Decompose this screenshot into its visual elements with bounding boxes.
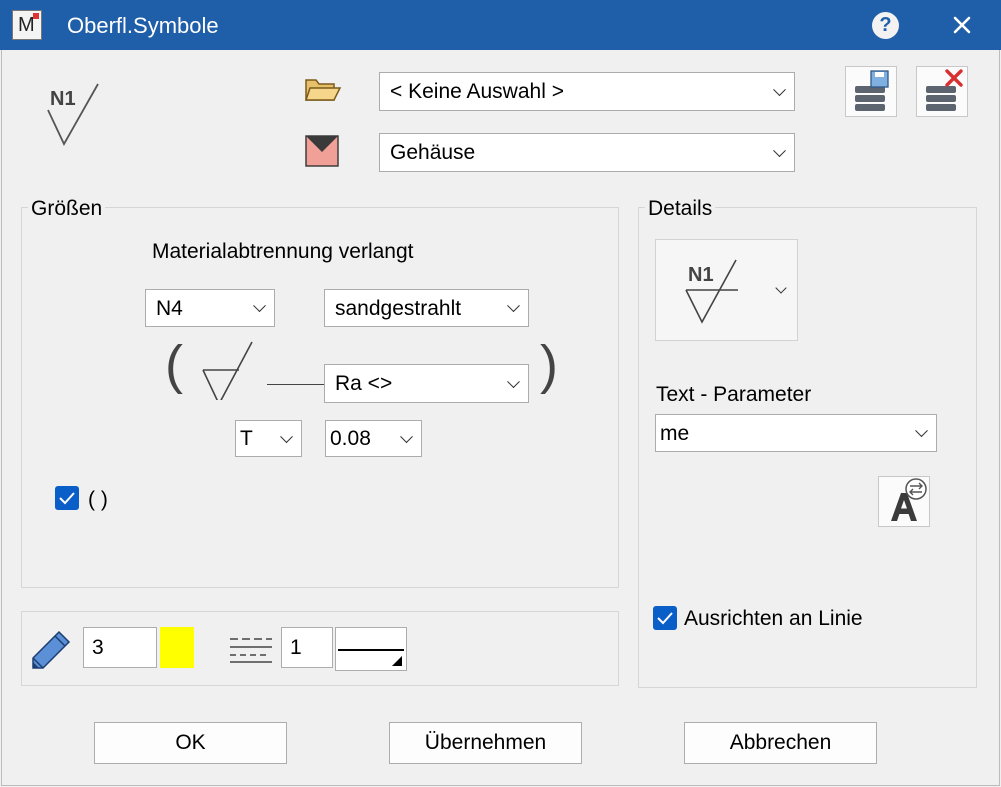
linetype-number-field[interactable]: 1 — [281, 627, 333, 668]
process-combo[interactable]: sandgestrahlt — [324, 289, 529, 327]
details-symbol-picker[interactable]: N1 — [655, 239, 798, 341]
database-save-icon — [855, 70, 889, 111]
groessen-heading: Materialabtrennung verlangt — [152, 240, 414, 263]
text-parameter-combo-value: me — [660, 421, 690, 445]
cancel-button-label: Abbrechen — [729, 731, 832, 754]
groessen-group-label: Größen — [28, 197, 106, 221]
template-combo-value: < Keine Auswahl > — [390, 80, 564, 103]
folder-icon[interactable] — [304, 76, 342, 104]
linetype-sample-line — [338, 649, 404, 651]
value-combo[interactable]: 0.08 — [325, 420, 422, 457]
details-symbol-label: N1 — [688, 264, 714, 286]
chevron-down-icon — [280, 429, 293, 443]
chevron-down-icon — [507, 374, 520, 388]
text-parameter-label: Text - Parameter — [656, 383, 812, 406]
class-combo-value: N4 — [156, 296, 183, 320]
database-delete-icon — [926, 69, 963, 111]
text-parameter-combo[interactable]: me — [655, 414, 937, 452]
ok-button-label: OK — [175, 731, 206, 754]
category-combo[interactable]: Gehäuse — [379, 133, 795, 172]
apply-button[interactable]: Übernehmen — [389, 722, 582, 764]
apply-button-label: Übernehmen — [424, 731, 547, 754]
groessen-group — [21, 207, 619, 588]
right-parenthesis: ) — [540, 335, 558, 395]
symbol-preview-label: N1 — [50, 88, 76, 110]
close-icon[interactable] — [948, 9, 976, 39]
chevron-down-icon — [507, 299, 520, 313]
help-icon[interactable]: ? — [872, 12, 899, 39]
symbol-preview: N1 — [42, 82, 112, 152]
material-icon[interactable] — [305, 135, 339, 167]
linetype-number-value: 1 — [290, 635, 302, 659]
align-to-line-label: Ausrichten an Linie — [684, 607, 863, 630]
process-combo-value: sandgestrahlt — [335, 296, 462, 320]
pen-number-value: 3 — [92, 635, 104, 659]
class-combo[interactable]: N4 — [145, 289, 275, 327]
chevron-down-icon — [253, 299, 266, 313]
delete-database-button[interactable] — [916, 66, 968, 117]
param-combo[interactable]: Ra <> — [324, 364, 529, 403]
text-settings-button[interactable] — [878, 476, 930, 527]
direction-combo[interactable]: T — [235, 420, 302, 457]
surface-symbol-icon — [200, 340, 260, 406]
chevron-down-icon — [773, 143, 786, 157]
parentheses-checkbox[interactable] — [55, 486, 79, 510]
parentheses-checkbox-label: ( ) — [88, 488, 108, 511]
leader-line — [267, 384, 324, 385]
app-icon[interactable]: M — [12, 10, 42, 40]
chevron-down-icon — [773, 82, 786, 96]
pen-number-field[interactable]: 3 — [83, 627, 157, 668]
template-combo[interactable]: < Keine Auswahl > — [379, 72, 795, 111]
left-parenthesis: ( — [165, 335, 183, 395]
details-group-label: Details — [645, 197, 716, 221]
chevron-down-icon — [775, 282, 787, 294]
direction-combo-value: T — [240, 427, 253, 450]
pen-color-swatch[interactable] — [160, 627, 194, 668]
category-combo-value: Gehäuse — [390, 141, 476, 164]
title-bar: M Oberfl.Symbole ? — [0, 0, 1001, 50]
text-settings-icon — [891, 478, 927, 521]
param-combo-value: Ra <> — [335, 372, 393, 395]
linetype-icon — [228, 636, 274, 664]
align-to-line-checkbox[interactable] — [653, 606, 677, 630]
app-icon-badge — [33, 13, 39, 19]
cancel-button[interactable]: Abbrechen — [684, 722, 877, 764]
chevron-down-icon — [400, 429, 413, 443]
linetype-selector[interactable] — [335, 627, 407, 671]
ok-button[interactable]: OK — [94, 722, 287, 764]
window-title: Oberfl.Symbole — [67, 13, 219, 38]
linetype-dropdown-corner — [392, 656, 402, 666]
chevron-down-icon — [915, 424, 928, 438]
value-combo-value: 0.08 — [330, 427, 371, 450]
save-database-button[interactable] — [845, 66, 897, 117]
pen-icon[interactable] — [29, 628, 73, 672]
dialog-client: N1 < Keine Auswahl > Gehäuse Größen Mate… — [1, 50, 1000, 786]
